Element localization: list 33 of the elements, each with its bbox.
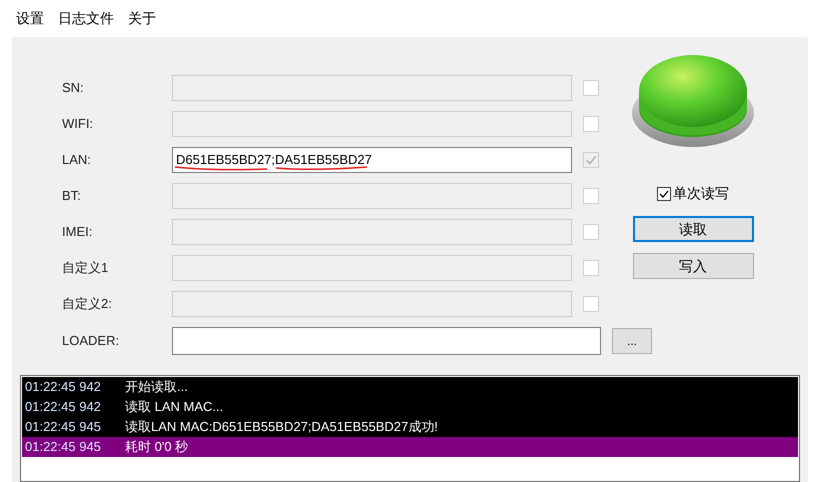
field-label: SN:	[62, 79, 85, 98]
field-label: 自定义2:	[62, 295, 113, 314]
text-field[interactable]	[172, 291, 572, 317]
text-field[interactable]	[172, 111, 572, 137]
menu-item[interactable]: 设置	[16, 8, 44, 29]
checkbox[interactable]	[657, 186, 671, 200]
log-time: 01:22:45 945	[25, 418, 102, 436]
field-label: BT:	[62, 187, 82, 206]
log-message: 耗时 0'0 秒	[125, 438, 188, 456]
log-time: 01:22:45 942	[25, 398, 102, 416]
log-message: 读取LAN MAC:D651EB55BD27;DA51EB55BD27成功!	[125, 418, 438, 436]
text-field[interactable]	[172, 255, 572, 281]
log-time: 01:22:45 945	[25, 438, 102, 456]
menu-item[interactable]: 日志文件	[58, 8, 114, 29]
field-label: LOADER:	[62, 332, 120, 350]
checkbox-label[interactable]: 单次读写	[673, 183, 729, 204]
field-label: 自定义1	[62, 259, 110, 278]
action-button[interactable]: 写入	[632, 253, 754, 279]
browse-button[interactable]: ...	[612, 328, 652, 354]
push-button-icon	[630, 53, 756, 149]
text-field[interactable]	[172, 183, 572, 209]
log-time: 01:22:45 942	[25, 378, 102, 396]
text-field[interactable]	[172, 219, 572, 245]
action-button[interactable]: 读取	[632, 216, 754, 242]
field-label: IMEI:	[62, 223, 94, 242]
field-label: LAN:	[62, 151, 92, 170]
log-message: 开始读取...	[125, 378, 188, 396]
log-message: 读取 LAN MAC...	[125, 398, 224, 416]
field-label: WIFI:	[62, 115, 94, 134]
text-field[interactable]	[172, 75, 572, 101]
text-field[interactable]: D651EB55BD27;DA51EB55BD27	[172, 147, 572, 173]
text-field[interactable]	[172, 327, 601, 355]
menu-item[interactable]: 关于	[128, 8, 156, 29]
